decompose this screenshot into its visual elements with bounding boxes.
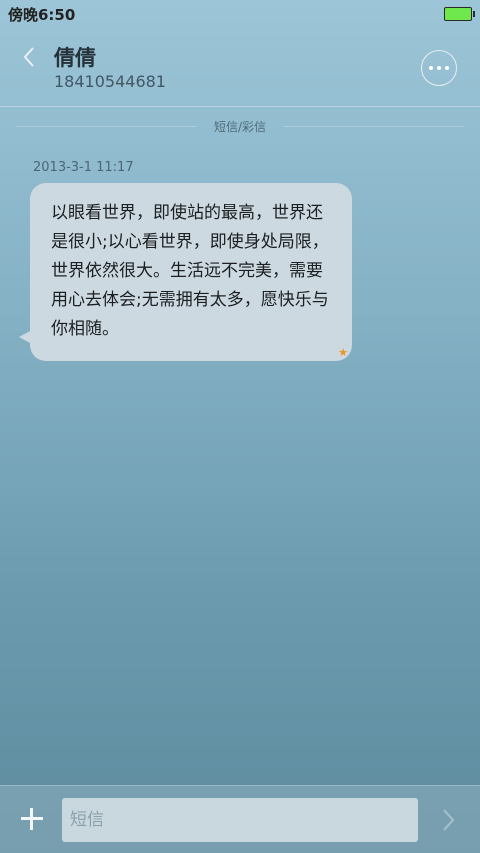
conversation-header: 倩倩 18410544681: [0, 28, 480, 107]
message-text: 以眼看世界，即使站的最高，世界还是很小;以心看世界，即使身处局限，世界依然很大。…: [51, 203, 329, 339]
composer-bar: [0, 785, 480, 853]
more-dots-icon: [429, 66, 433, 70]
status-bar: 傍晚6:50: [0, 0, 480, 28]
send-button[interactable]: [438, 807, 458, 833]
star-icon: ★: [338, 346, 348, 359]
add-attachment-button[interactable]: [18, 805, 46, 833]
status-time: 傍晚6:50: [8, 6, 76, 24]
more-dot: [437, 66, 441, 70]
chevron-left-icon: [23, 47, 34, 67]
back-button[interactable]: [14, 42, 44, 72]
battery-icon: [444, 7, 475, 21]
contact-number: 18410544681: [54, 72, 166, 91]
message-bubble[interactable]: 以眼看世界，即使站的最高，世界还是很小;以心看世界，即使身处局限，世界依然很大。…: [30, 183, 352, 361]
sms-input[interactable]: [62, 798, 418, 842]
more-dot: [445, 66, 449, 70]
message-timestamp: 2013-3-1 11:17: [33, 160, 134, 175]
contact-name: 倩倩: [54, 46, 96, 70]
more-options-button[interactable]: [421, 50, 457, 86]
chevron-right-icon: [443, 809, 455, 831]
divider-right: [284, 126, 464, 127]
